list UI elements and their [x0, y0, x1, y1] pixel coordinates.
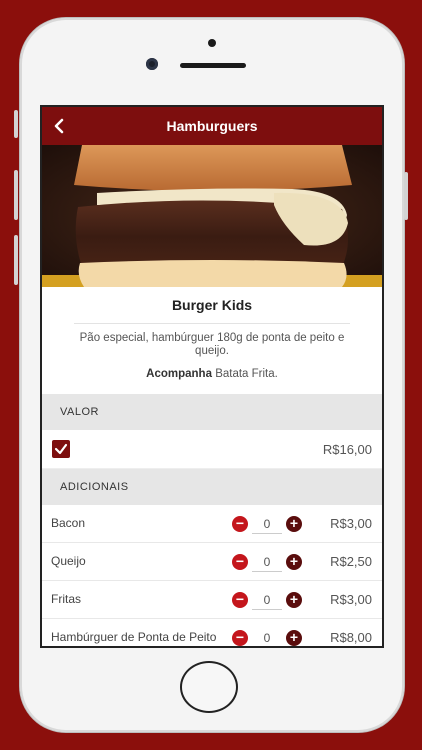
- decrement-button[interactable]: −: [232, 516, 248, 532]
- product-details: Burger Kids Pão especial, hambúrguer 180…: [42, 287, 382, 380]
- accompaniment-label: Acompanha: [146, 368, 212, 380]
- section-adicionais: ADICIONAIS: [42, 469, 382, 505]
- list-item: Fritas − 0 + R$3,00: [42, 581, 382, 619]
- addon-price: R$3,00: [330, 592, 372, 607]
- addon-name: Queijo: [51, 554, 86, 568]
- app-bar: Hamburguers: [42, 107, 382, 145]
- addon-price: R$2,50: [330, 554, 372, 569]
- increment-button[interactable]: +: [286, 516, 302, 532]
- valor-checkbox[interactable]: [52, 440, 70, 458]
- list-item: Hambúrguer de Ponta de Peito − 0 + R$8,0…: [42, 619, 382, 646]
- addon-name: Hambúrguer de Ponta de Peito: [51, 630, 217, 644]
- app-screen: Hamburguers Burger Kids Pão especial, ha…: [40, 105, 384, 648]
- quantity-value[interactable]: 0: [252, 629, 282, 646]
- home-button[interactable]: [180, 661, 238, 713]
- divider: [74, 323, 350, 324]
- addon-price: R$3,00: [330, 516, 372, 531]
- front-camera: [146, 58, 158, 70]
- quantity-value[interactable]: 0: [252, 515, 282, 534]
- quantity-value[interactable]: 0: [252, 591, 282, 610]
- product-name: Burger Kids: [171, 297, 253, 313]
- section-valor: VALOR: [42, 394, 382, 430]
- accompaniment-value: Batata Frita.: [215, 368, 278, 380]
- decrement-button[interactable]: −: [232, 592, 248, 608]
- earpiece-speaker: [180, 63, 246, 68]
- list-item: Bacon − 0 + R$3,00: [42, 505, 382, 543]
- addon-name: Fritas: [51, 592, 81, 606]
- accompaniment: Acompanha Batata Frita.: [42, 368, 382, 380]
- volume-up-button: [14, 170, 18, 220]
- increment-button[interactable]: +: [286, 554, 302, 570]
- volume-down-button: [14, 235, 18, 285]
- list-item: Queijo − 0 + R$2,50: [42, 543, 382, 581]
- quantity-value[interactable]: 0: [252, 553, 282, 572]
- decrement-button[interactable]: −: [232, 630, 248, 646]
- mute-switch: [14, 110, 18, 138]
- valor-price: R$16,00: [322, 442, 372, 457]
- addon-price: R$8,00: [330, 630, 372, 645]
- increment-button[interactable]: +: [286, 592, 302, 608]
- product-image: [42, 145, 382, 287]
- page-title: Hamburguers: [166, 118, 258, 134]
- power-button: [404, 172, 408, 220]
- decrement-button[interactable]: −: [232, 554, 248, 570]
- increment-button[interactable]: +: [286, 630, 302, 646]
- valor-row[interactable]: R$16,00: [42, 430, 382, 469]
- sensor-dot: [208, 39, 216, 47]
- product-description: Pão especial, hambúrguer 180g de ponta d…: [79, 332, 345, 357]
- check-icon: [54, 443, 68, 455]
- addon-name: Bacon: [51, 516, 86, 530]
